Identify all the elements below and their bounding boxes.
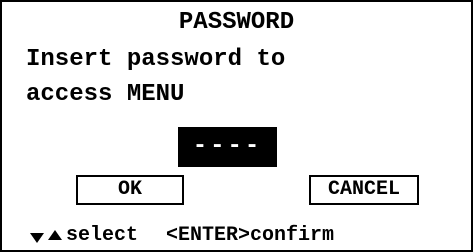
arrow-down-icon <box>30 233 44 243</box>
dialog-title: PASSWORD <box>178 9 295 36</box>
confirm-hint-label: <ENTER>confirm <box>166 224 335 247</box>
message-line-2: access MENU <box>26 81 185 108</box>
select-hint-label: select <box>66 224 139 247</box>
password-field[interactable]: ---- <box>178 127 277 167</box>
arrow-up-icon <box>48 230 62 240</box>
password-screen: PASSWORD Insert password to access MENU … <box>0 0 473 252</box>
footer-hint: select <ENTER>confirm <box>30 223 334 249</box>
ok-button[interactable]: OK <box>76 175 184 205</box>
message-line-1: Insert password to <box>26 46 286 73</box>
cancel-button[interactable]: CANCEL <box>309 175 419 205</box>
